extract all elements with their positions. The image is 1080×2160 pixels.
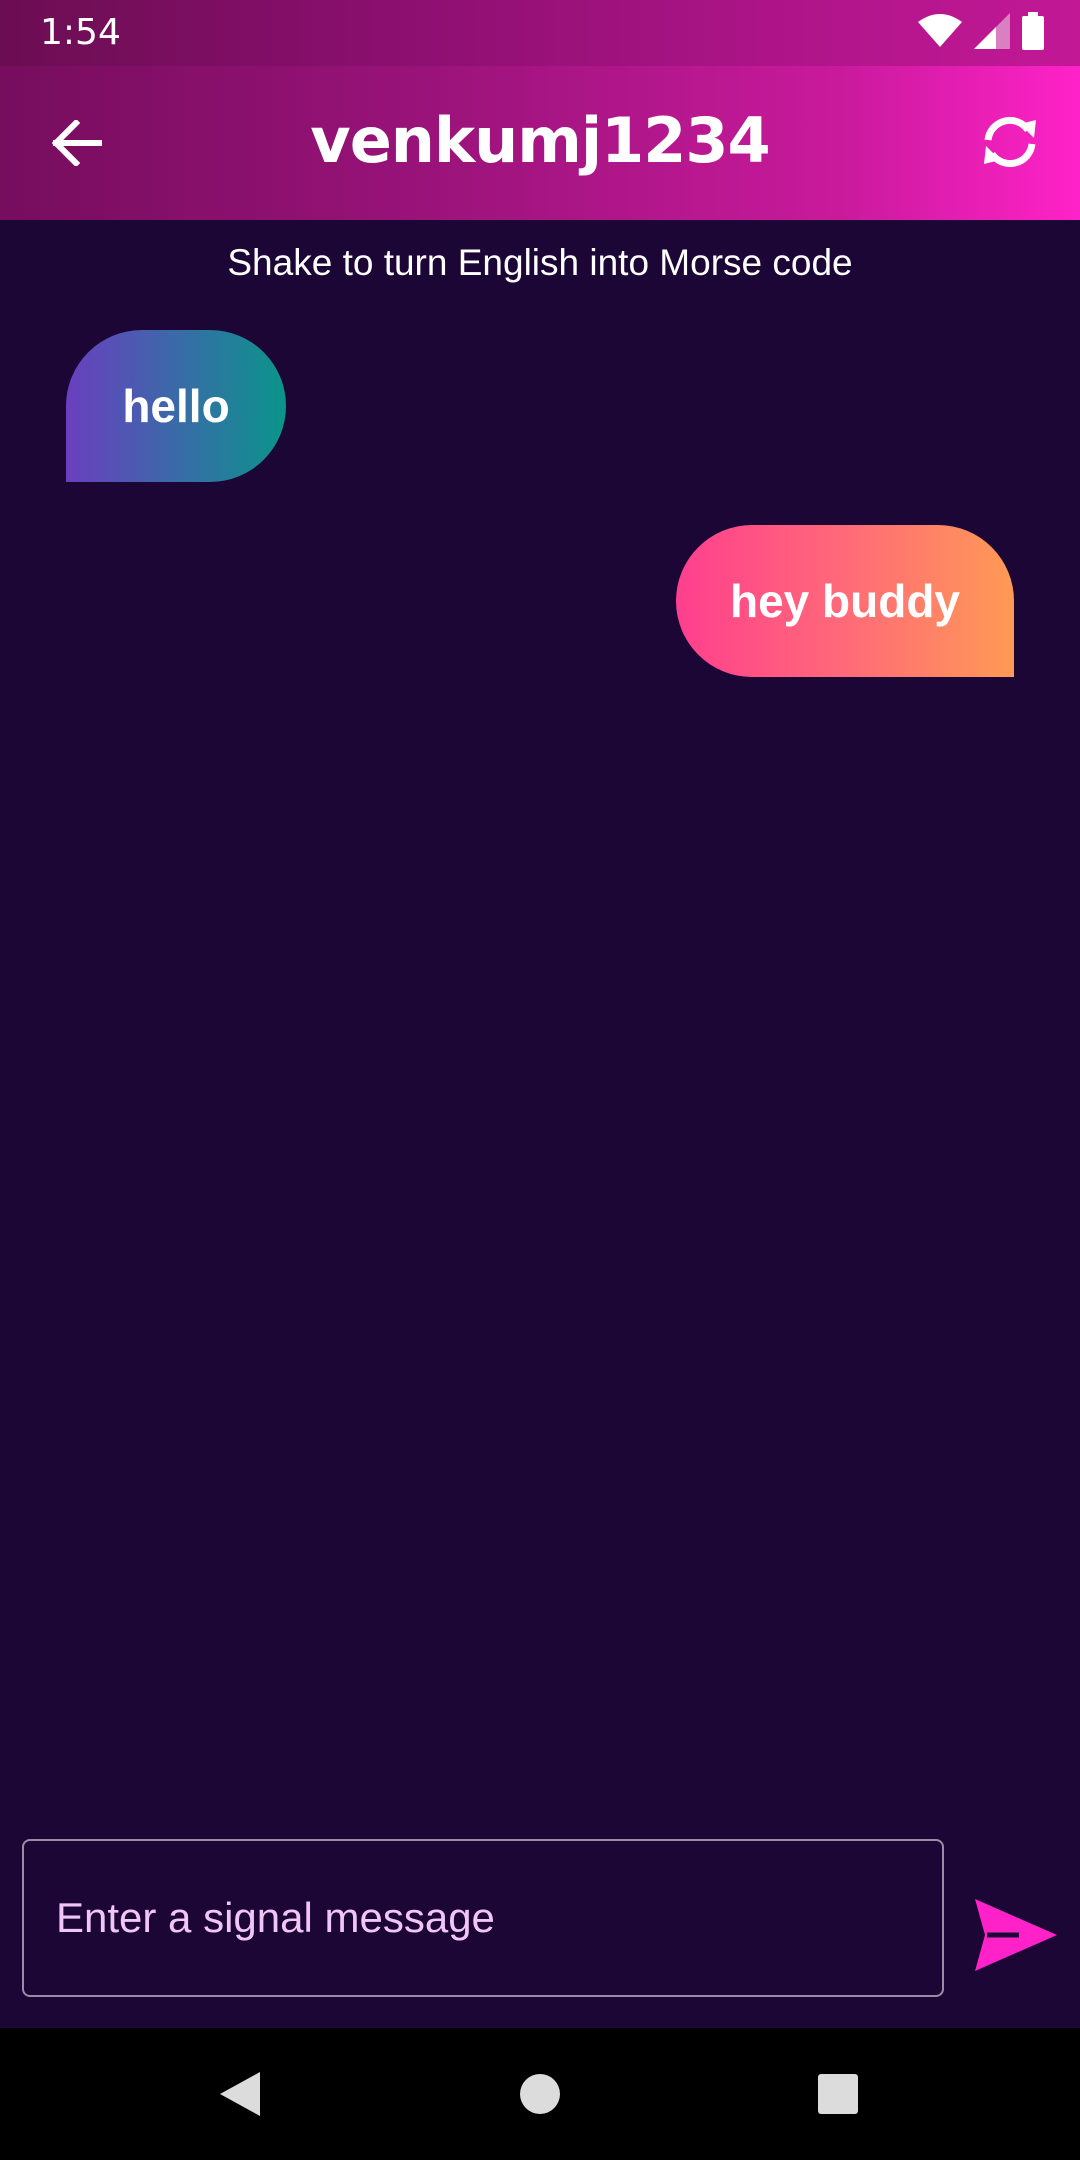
message-text: hey buddy (729, 575, 961, 627)
status-icons (918, 12, 1044, 54)
nav-home-button[interactable] (500, 2054, 580, 2134)
battery-icon (1022, 12, 1044, 54)
send-button[interactable] (970, 1890, 1062, 1980)
message-input[interactable] (22, 1839, 944, 1997)
arrow-back-icon (52, 120, 102, 166)
send-icon (975, 1899, 1057, 1971)
nav-recents-button[interactable] (798, 2054, 878, 2134)
system-nav-bar (0, 2028, 1080, 2160)
refresh-button[interactable] (970, 102, 1050, 182)
back-button[interactable] (40, 106, 114, 180)
shake-hint: Shake to turn English into Morse code (227, 242, 853, 283)
status-time: 1:54 (40, 12, 121, 53)
refresh-icon (984, 117, 1036, 167)
app-bar: venkumj1234 (0, 66, 1080, 220)
nav-recents-icon (818, 2074, 858, 2114)
chat-screen: 1:54 venkumj1234 Shake to turn English i… (0, 0, 1080, 2160)
status-bar: 1:54 (0, 0, 1080, 66)
message-bubble-outgoing[interactable]: hey buddy (676, 525, 1014, 677)
message-bubble-incoming[interactable]: hello (66, 330, 286, 482)
nav-home-icon (520, 2074, 560, 2114)
page-title: venkumj1234 (310, 104, 770, 177)
nav-back-button[interactable] (200, 2054, 280, 2134)
wifi-icon (918, 14, 962, 52)
message-text: hello (122, 380, 230, 432)
cellular-signal-icon (974, 13, 1010, 53)
nav-back-icon (220, 2072, 260, 2116)
